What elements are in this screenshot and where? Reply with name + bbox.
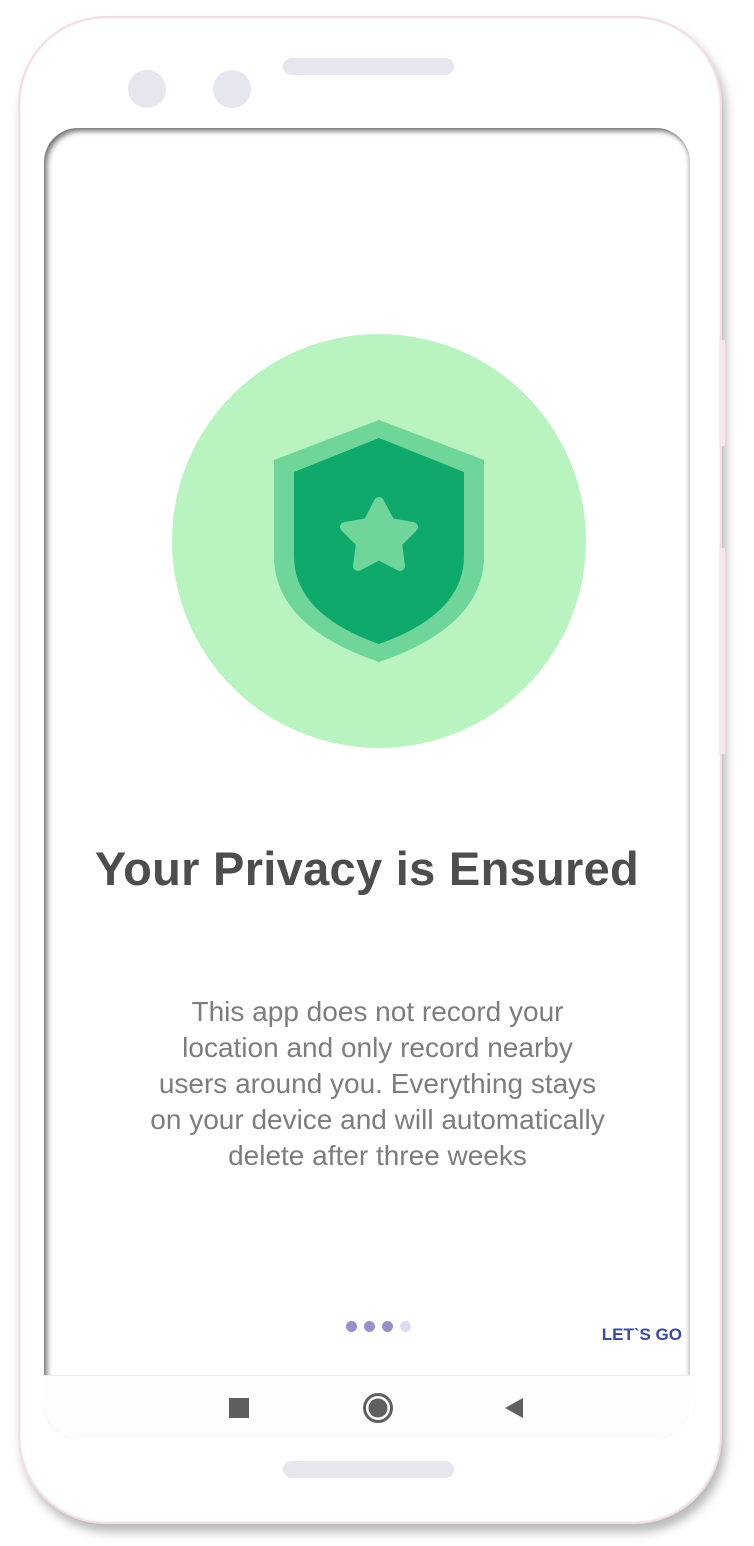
- lets-go-button[interactable]: LET`S GO: [602, 1325, 682, 1345]
- power-button: [719, 340, 727, 446]
- page-title: Your Privacy is Ensured: [94, 842, 640, 895]
- page-dot-2[interactable]: [364, 1321, 375, 1332]
- home-button[interactable]: [362, 1392, 394, 1424]
- recents-button[interactable]: [223, 1392, 255, 1424]
- front-camera: [128, 70, 166, 108]
- page-indicator: [346, 1321, 411, 1332]
- earpiece-speaker: [283, 58, 454, 75]
- bottom-speaker: [283, 1461, 454, 1478]
- volume-button: [719, 548, 727, 754]
- page-dot-4[interactable]: [400, 1321, 411, 1332]
- square-icon: [229, 1398, 249, 1418]
- shield-star-icon: [172, 334, 586, 748]
- back-button[interactable]: [498, 1392, 530, 1424]
- page-dot-3[interactable]: [382, 1321, 393, 1332]
- page: Your Privacy is Ensured This app does no…: [0, 0, 754, 1546]
- app-screen: Your Privacy is Ensured This app does no…: [44, 128, 690, 1439]
- privacy-illustration: [172, 334, 586, 748]
- system-nav-bar: [44, 1376, 690, 1439]
- privacy-description: This app does not record your location a…: [150, 996, 605, 1171]
- page-dot-1[interactable]: [346, 1321, 357, 1332]
- front-sensor: [213, 70, 251, 108]
- triangle-back-icon: [505, 1398, 523, 1418]
- circle-home-icon: [363, 1393, 393, 1423]
